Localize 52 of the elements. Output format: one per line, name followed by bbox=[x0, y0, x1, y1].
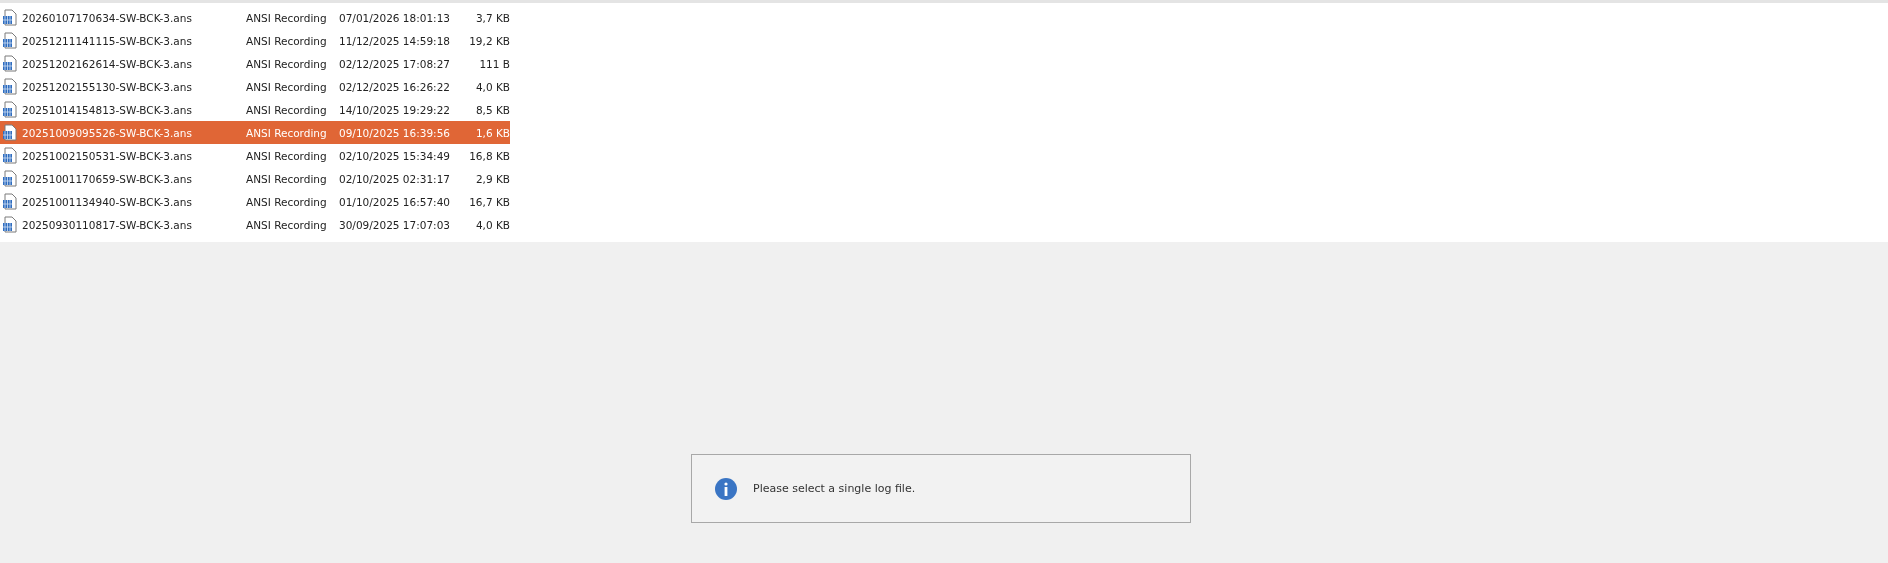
file-name: 20251014154813-SW-BCK-3.ans bbox=[22, 103, 193, 116]
file-row[interactable]: 20250930110817-SW-BCK-3.ans ANSI Recording 30/09/2025 17:07:03 4,0 KB bbox=[0, 213, 510, 236]
file-name: 20251001170659-SW-BCK-3.ans bbox=[22, 172, 193, 185]
file-icon bbox=[2, 124, 18, 141]
file-type: ANSI Recording bbox=[246, 149, 328, 162]
file-date: 02/12/2025 16:26:22 bbox=[339, 80, 451, 93]
file-row[interactable]: 20251014154813-SW-BCK-3.ans ANSI Recording 14/10/2025 19:29:22 8,5 KB bbox=[0, 98, 510, 121]
file-type: ANSI Recording bbox=[246, 218, 328, 231]
file-size: 16,7 KB bbox=[468, 195, 510, 208]
file-type: ANSI Recording bbox=[246, 126, 328, 139]
message-text: Please select a single log file. bbox=[753, 482, 916, 495]
file-name: 20251202162614-SW-BCK-3.ans bbox=[22, 57, 193, 70]
file-type: ANSI Recording bbox=[246, 57, 328, 70]
file-type: ANSI Recording bbox=[246, 11, 328, 24]
file-type: ANSI Recording bbox=[246, 80, 328, 93]
file-size: 111 B bbox=[478, 57, 510, 70]
file-date: 07/01/2026 18:01:13 bbox=[339, 11, 451, 24]
file-type: ANSI Recording bbox=[246, 34, 328, 47]
file-type: ANSI Recording bbox=[246, 195, 328, 208]
file-row[interactable]: 20260107170634-SW-BCK-3.ans ANSI Recording 07/01/2026 18:01:13 3,7 KB bbox=[0, 6, 510, 29]
file-date: 30/09/2025 17:07:03 bbox=[339, 218, 451, 231]
file-row[interactable]: 20251001134940-SW-BCK-3.ans ANSI Recording 01/10/2025 16:57:40 16,7 KB bbox=[0, 190, 510, 213]
file-size: 3,7 KB bbox=[474, 11, 510, 24]
file-name: 20251001134940-SW-BCK-3.ans bbox=[22, 195, 193, 208]
file-size: 4,0 KB bbox=[474, 218, 510, 231]
file-size: 8,5 KB bbox=[474, 103, 510, 116]
file-name: 20250930110817-SW-BCK-3.ans bbox=[22, 218, 193, 231]
file-name: 20260107170634-SW-BCK-3.ans bbox=[22, 11, 193, 24]
file-name: 20251002150531-SW-BCK-3.ans bbox=[22, 149, 193, 162]
file-name: 20251211141115-SW-BCK-3.ans bbox=[22, 34, 193, 47]
file-date: 02/10/2025 02:31:17 bbox=[339, 172, 451, 185]
file-date: 02/10/2025 15:34:49 bbox=[339, 149, 451, 162]
file-size: 1,6 KB bbox=[474, 126, 510, 139]
file-row[interactable]: 20251002150531-SW-BCK-3.ans ANSI Recording 02/10/2025 15:34:49 16,8 KB bbox=[0, 144, 510, 167]
file-row[interactable]: 20251202162614-SW-BCK-3.ans ANSI Recording 02/12/2025 17:08:27 111 B bbox=[0, 52, 510, 75]
file-size: 16,8 KB bbox=[468, 149, 510, 162]
file-row[interactable]: 20251001170659-SW-BCK-3.ans ANSI Recording 02/10/2025 02:31:17 2,9 KB bbox=[0, 167, 510, 190]
file-size: 2,9 KB bbox=[474, 172, 510, 185]
file-row[interactable]: 20251202155130-SW-BCK-3.ans ANSI Recording 02/12/2025 16:26:22 4,0 KB bbox=[0, 75, 510, 98]
file-date: 01/10/2025 16:57:40 bbox=[339, 195, 451, 208]
file-type: ANSI Recording bbox=[246, 103, 328, 116]
file-date: 11/12/2025 14:59:18 bbox=[339, 34, 451, 47]
file-size: 4,0 KB bbox=[474, 80, 510, 93]
info-icon bbox=[715, 477, 737, 500]
file-date: 09/10/2025 16:39:56 bbox=[339, 126, 451, 139]
file-name: 20251009095526-SW-BCK-3.ans bbox=[22, 126, 193, 139]
file-date: 02/12/2025 17:08:27 bbox=[339, 57, 451, 70]
file-size: 19,2 KB bbox=[468, 34, 510, 47]
file-date: 14/10/2025 19:29:22 bbox=[339, 103, 451, 116]
file-type: ANSI Recording bbox=[246, 172, 328, 185]
file-name: 20251202155130-SW-BCK-3.ans bbox=[22, 80, 193, 93]
file-row[interactable]: 20251211141115-SW-BCK-3.ans ANSI Recording 11/12/2025 14:59:18 19,2 KB bbox=[0, 29, 510, 52]
